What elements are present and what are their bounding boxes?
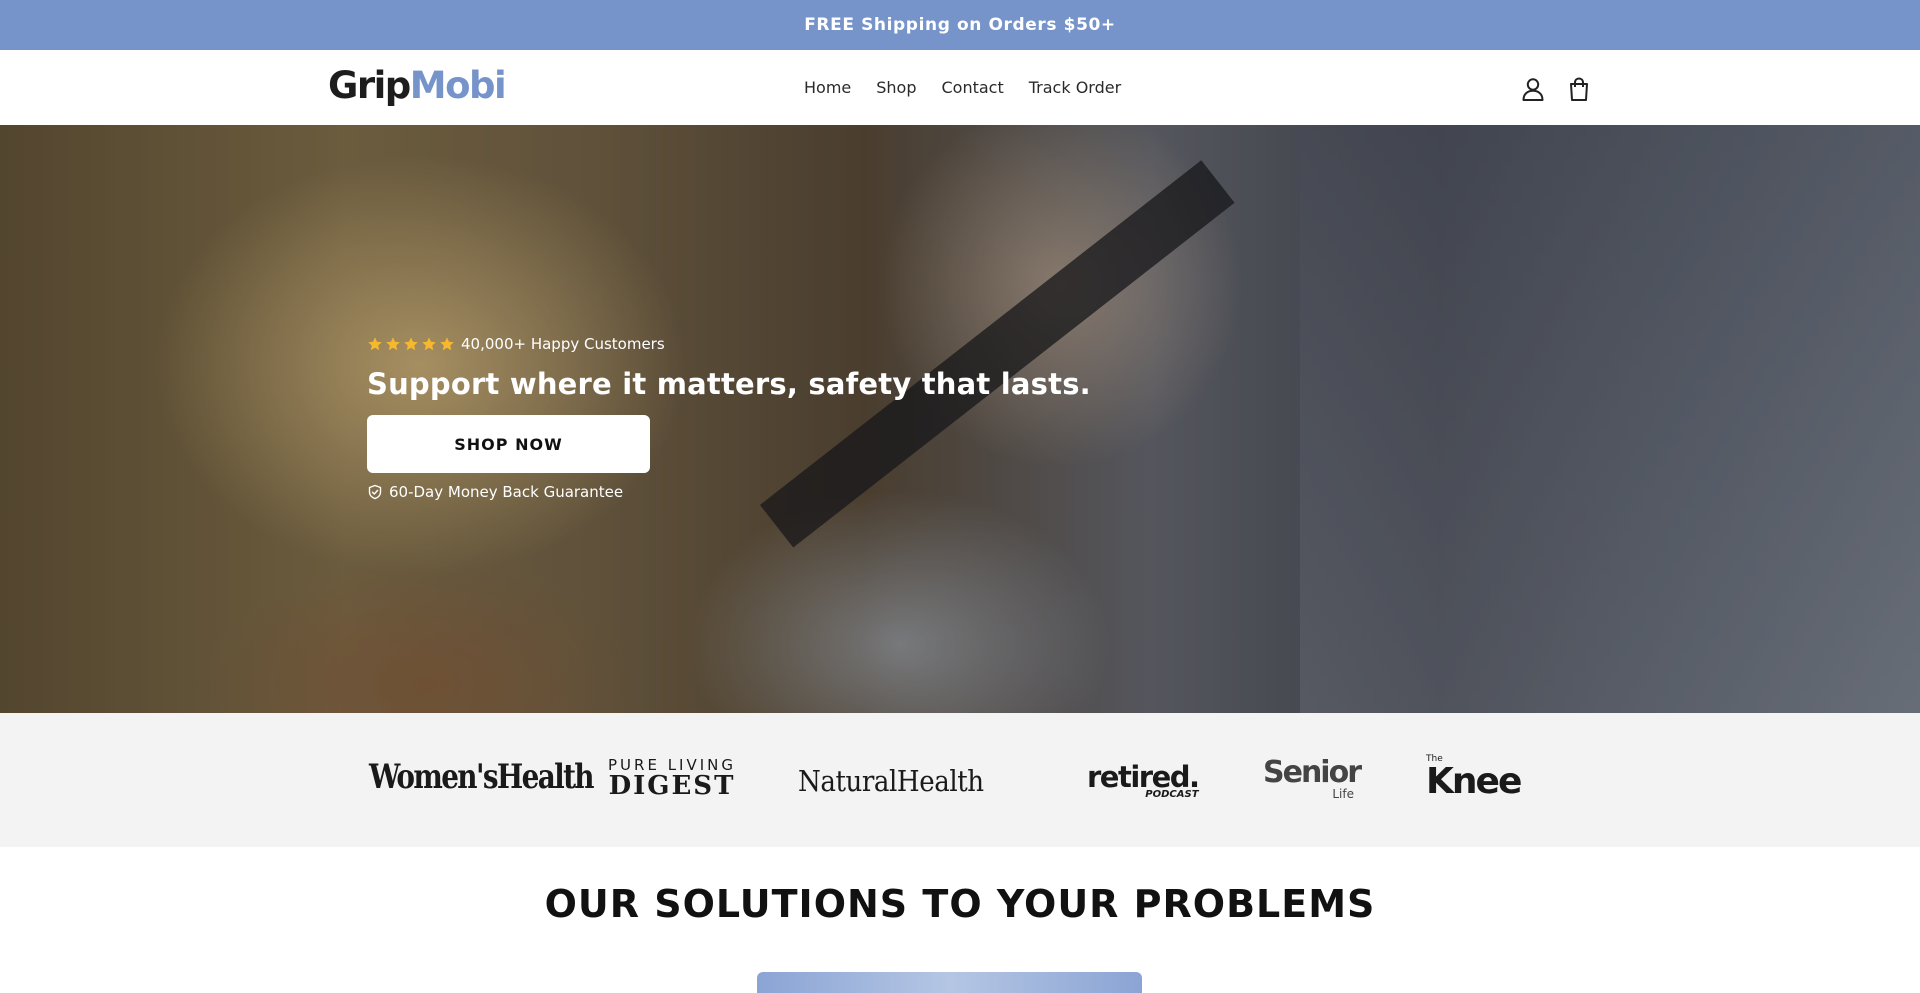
logo-part-mobi: Mobi	[409, 64, 507, 107]
press-logo-womens-health: Women'sHealth	[369, 757, 595, 797]
site-logo[interactable]: GripMobi	[328, 64, 507, 107]
press-logo-pure-living-digest: PURE LIVING DIGEST	[608, 758, 736, 801]
press-logo-senior-life: Senior Life	[1263, 755, 1362, 801]
press-logo-retired-podcast: retired. PODCAST	[1087, 760, 1200, 800]
press-logo-text: DIGEST	[608, 771, 736, 801]
star-icon	[404, 337, 418, 351]
star-icon	[368, 337, 382, 351]
cart-icon[interactable]	[1566, 76, 1592, 102]
solutions-heading: OUR SOLUTIONS TO YOUR PROBLEMS	[544, 882, 1376, 926]
announcement-text: FREE Shipping on Orders $50+	[804, 15, 1116, 35]
press-logo-the-knee: The Knee	[1426, 755, 1528, 807]
shield-check-icon	[368, 484, 382, 500]
announcement-bar: FREE Shipping on Orders $50+	[0, 0, 1920, 50]
hero-headline: Support where it matters, safety that la…	[367, 367, 1091, 401]
press-logo-text: NaturalHealth	[798, 764, 984, 798]
solution-card[interactable]	[757, 972, 1142, 993]
press-logos-strip: Women'sHealth PURE LIVING DIGEST Natural…	[0, 713, 1920, 847]
logo-part-grip: Grip	[328, 64, 411, 107]
press-logo-text: Senior	[1263, 755, 1362, 790]
account-icon[interactable]	[1520, 76, 1546, 102]
guarantee-note: 60-Day Money Back Guarantee	[367, 483, 1091, 501]
hero-content: 40,000+ Happy Customers Support where it…	[367, 335, 1091, 501]
nav-contact[interactable]: Contact	[942, 78, 1004, 97]
rating-text: 40,000+ Happy Customers	[461, 335, 665, 353]
press-logo-text: Women'sHealth	[369, 757, 595, 797]
nav-track-order[interactable]: Track Order	[1029, 78, 1121, 97]
press-logo-natural-health: NaturalHealth	[798, 764, 984, 798]
rating-stars	[367, 336, 455, 352]
press-logo-text: Knee	[1426, 761, 1522, 802]
site-header: GripMobi Home Shop Contact Track Order	[0, 50, 1920, 125]
star-icon	[440, 337, 454, 351]
shop-now-button[interactable]: SHOP NOW	[367, 415, 650, 473]
star-icon	[422, 337, 436, 351]
guarantee-text: 60-Day Money Back Guarantee	[389, 483, 624, 501]
star-icon	[386, 337, 400, 351]
nav-home[interactable]: Home	[804, 78, 851, 97]
hero-banner: 40,000+ Happy Customers Support where it…	[0, 125, 1920, 713]
nav-shop[interactable]: Shop	[876, 78, 916, 97]
press-logo-text: retired.	[1087, 760, 1200, 794]
main-nav: Home Shop Contact Track Order	[804, 78, 1121, 97]
hero-rating: 40,000+ Happy Customers	[367, 335, 1091, 353]
